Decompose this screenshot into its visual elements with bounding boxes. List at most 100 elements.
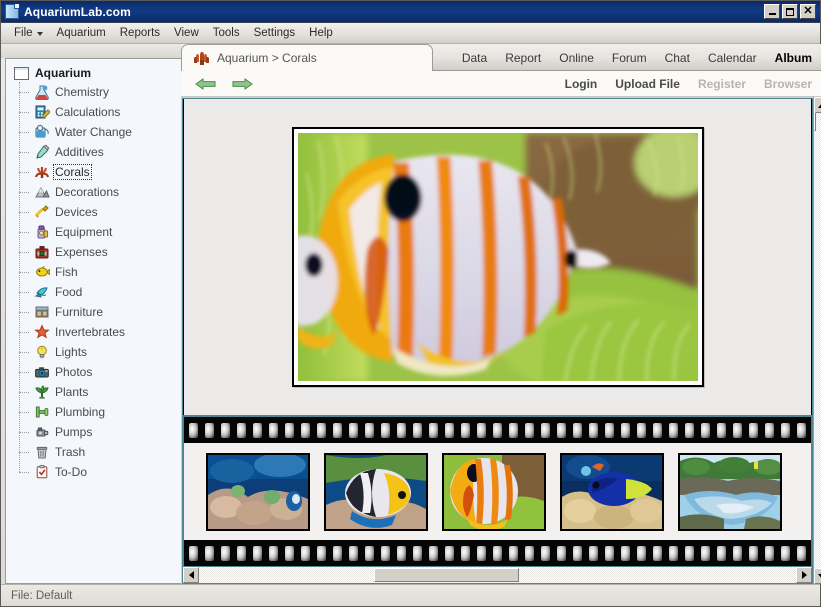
sidebar-item-equipment[interactable]: Equipment xyxy=(19,222,181,242)
sidebar-item-devices[interactable]: Devices xyxy=(19,202,181,222)
sidebar-item-expenses[interactable]: Expenses xyxy=(19,242,181,262)
sprocket-hole xyxy=(333,545,342,561)
sidebar-item-chemistry[interactable]: Chemistry xyxy=(19,82,181,102)
thumb-rock-pool[interactable] xyxy=(678,452,782,531)
thumb-blue-tang[interactable] xyxy=(560,452,664,531)
document-icon xyxy=(5,4,19,19)
horizontal-scroll-track[interactable] xyxy=(199,567,796,583)
sprocket-hole xyxy=(669,422,678,438)
scroll-left-arrow[interactable] xyxy=(183,567,199,583)
sidebar-item-furniture[interactable]: Furniture xyxy=(19,302,181,322)
checklist-icon xyxy=(34,464,50,480)
scroll-up-arrow[interactable] xyxy=(814,97,821,113)
horizontal-scroll-thumb[interactable] xyxy=(374,568,519,582)
sidebar-item-water-change[interactable]: Water Change xyxy=(19,122,181,142)
vertical-scrollbar[interactable] xyxy=(813,97,821,584)
sidebar-item-additives[interactable]: Additives xyxy=(19,142,181,162)
thumb-butterflyfish[interactable] xyxy=(324,452,428,531)
sidebar-item-food[interactable]: Food xyxy=(19,282,181,302)
menu-tools[interactable]: Tools xyxy=(206,25,247,41)
sprocket-hole xyxy=(397,422,406,438)
tab-album[interactable]: Album xyxy=(766,45,821,71)
action-login[interactable]: Login xyxy=(556,77,607,91)
menu-help[interactable]: Help xyxy=(302,25,340,41)
bulb-icon xyxy=(34,344,50,360)
top-tab-list: Data Report Online Forum Chat Calendar Album xyxy=(433,45,821,71)
title-bar: AquariumLab.com ✕ xyxy=(1,1,820,23)
navigation-arrows xyxy=(181,77,433,91)
scroll-right-arrow[interactable] xyxy=(796,567,812,583)
sidebar-item-corals[interactable]: Corals xyxy=(19,162,181,182)
navigation-tree[interactable]: Aquarium Chemistry Calculations Water Chan… xyxy=(5,58,181,584)
sidebar-item-decorations[interactable]: Decorations xyxy=(19,182,181,202)
sidebar-item-label: Fish xyxy=(55,265,78,279)
equipment-icon xyxy=(34,224,50,240)
sprocket-hole xyxy=(525,545,534,561)
sidebar-item-plants[interactable]: Plants xyxy=(19,382,181,402)
coral-icon xyxy=(34,164,50,180)
tree-root-aquarium[interactable]: Aquarium xyxy=(6,65,181,81)
sidebar-item-label: Plumbing xyxy=(55,405,106,419)
sidebar-item-fish[interactable]: Fish xyxy=(19,262,181,282)
sprocket-hole xyxy=(429,545,438,561)
vertical-scroll-thumb[interactable] xyxy=(814,112,816,131)
sidebar-item-trash[interactable]: Trash xyxy=(19,442,181,462)
tab-report[interactable]: Report xyxy=(496,45,550,71)
document-tab-corals[interactable]: Aquarium > Corals xyxy=(181,44,433,71)
sidebar-item-photos[interactable]: Photos xyxy=(19,362,181,382)
rock-icon xyxy=(34,184,50,200)
sidebar-item-plumbing[interactable]: Plumbing xyxy=(19,402,181,422)
sprocket-hole xyxy=(349,545,358,561)
sprocket-hole xyxy=(637,545,646,561)
document-tab-label: Aquarium > Corals xyxy=(217,51,317,65)
thumb-coral-reef-tank[interactable] xyxy=(206,452,310,531)
sidebar-item-label: Corals xyxy=(53,164,92,180)
fish-icon xyxy=(34,264,51,280)
sidebar-item-pumps[interactable]: Pumps xyxy=(19,422,181,442)
sprocket-hole xyxy=(573,545,582,561)
close-button[interactable]: ✕ xyxy=(800,4,816,19)
flask-icon xyxy=(34,84,50,102)
thumb-copperband[interactable] xyxy=(442,452,546,531)
sprocket-hole xyxy=(269,545,278,561)
sprocket-hole xyxy=(749,545,758,561)
sidebar-item-lights[interactable]: Lights xyxy=(19,342,181,362)
sprocket-hole xyxy=(589,422,598,438)
menu-view[interactable]: View xyxy=(167,25,206,41)
sidebar-item-to-do[interactable]: To-Do xyxy=(19,462,181,482)
sidebar-item-label: Lights xyxy=(55,345,88,359)
copperband-butterflyfish-photo[interactable] xyxy=(297,133,698,381)
sidebar-item-invertebrates[interactable]: Invertebrates xyxy=(19,322,181,342)
tab-data[interactable]: Data xyxy=(453,45,496,71)
menu-settings[interactable]: Settings xyxy=(247,25,303,41)
sprocket-hole xyxy=(605,422,614,438)
menu-aquarium[interactable]: Aquarium xyxy=(50,25,113,41)
action-upload-file[interactable]: Upload File xyxy=(606,77,689,91)
maximize-button[interactable] xyxy=(782,4,798,19)
sprocket-hole xyxy=(413,545,422,561)
minimize-button[interactable] xyxy=(764,4,780,19)
sidebar-item-calculations[interactable]: Calculations xyxy=(19,102,181,122)
menu-reports-label: Reports xyxy=(119,27,161,39)
sprocket-hole xyxy=(317,422,326,438)
sub-action-list: Login Upload File Register Browser xyxy=(433,77,821,91)
trash-icon xyxy=(34,444,50,460)
photo-frame[interactable] xyxy=(291,127,704,387)
sidebar-item-label: Furniture xyxy=(55,305,104,319)
calculator-icon xyxy=(34,104,51,120)
sidebar-header-spacer xyxy=(1,44,181,58)
scroll-down-arrow[interactable] xyxy=(814,568,821,584)
sidebar-item-label: Equipment xyxy=(55,225,113,239)
arrow-left-icon[interactable] xyxy=(195,77,217,91)
horizontal-scrollbar[interactable] xyxy=(183,567,812,583)
tab-chat[interactable]: Chat xyxy=(656,45,699,71)
tree-root-label: Aquarium xyxy=(35,66,92,80)
tab-online[interactable]: Online xyxy=(550,45,603,71)
sprocket-hole xyxy=(189,545,198,561)
dropper-icon xyxy=(34,144,50,160)
tab-forum[interactable]: Forum xyxy=(603,45,656,71)
arrow-right-icon[interactable] xyxy=(231,77,253,91)
menu-file[interactable]: File xyxy=(7,25,50,41)
menu-reports[interactable]: Reports xyxy=(113,25,167,41)
tab-calendar[interactable]: Calendar xyxy=(699,45,766,71)
